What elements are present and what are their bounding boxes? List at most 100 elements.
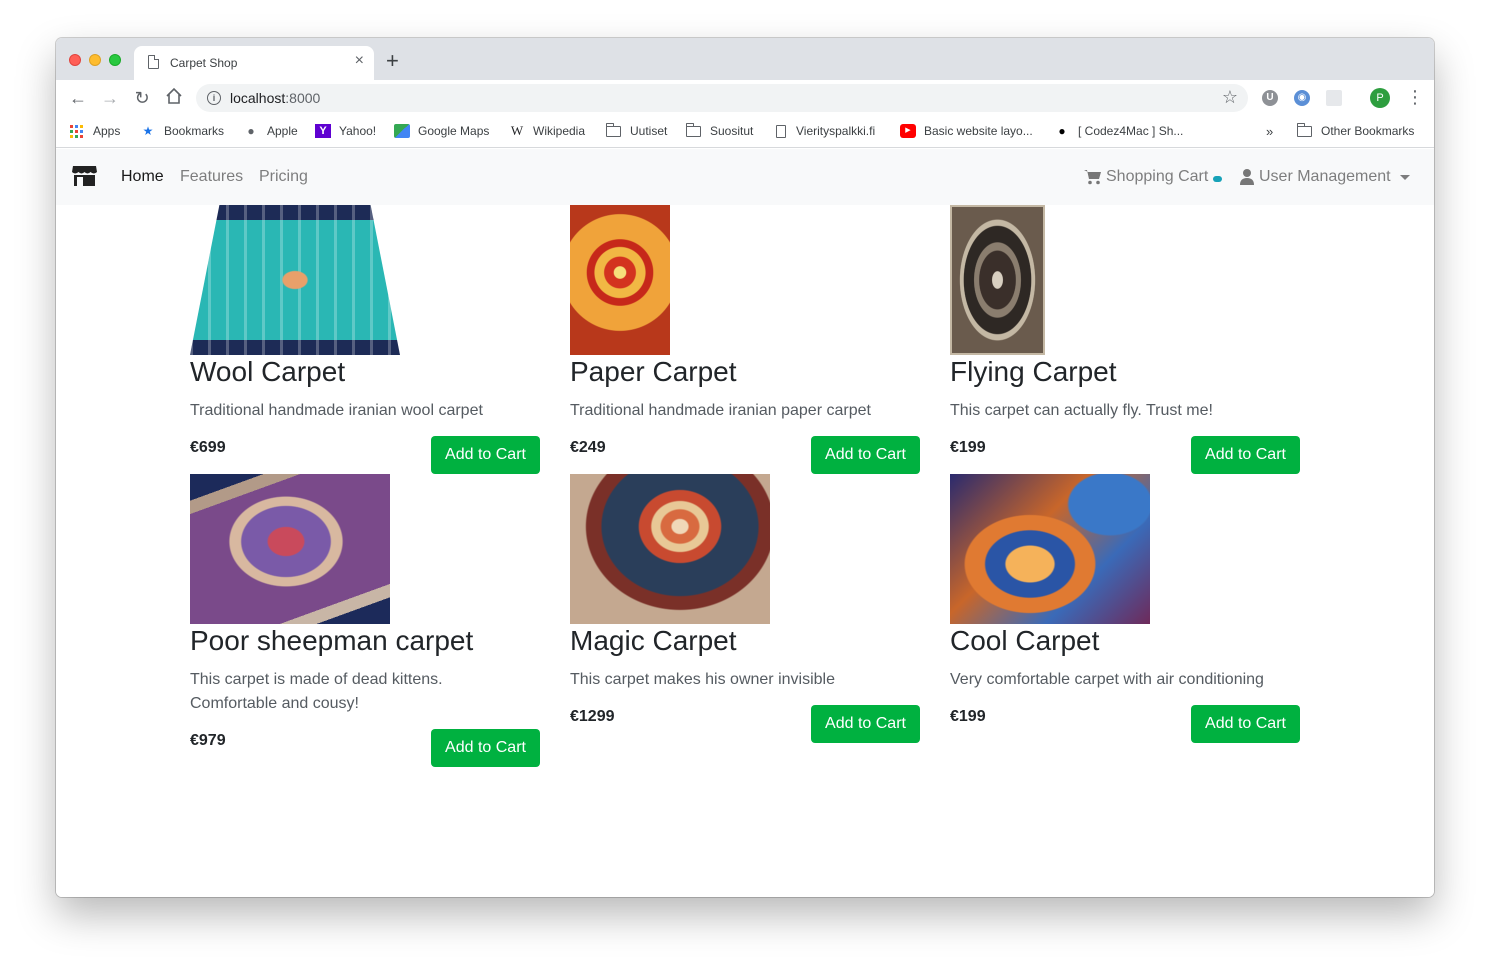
- product-price: €249: [570, 439, 606, 456]
- product-card: Poor sheepman carpet This carpet is made…: [190, 474, 540, 767]
- bookmark-basic-website-layout[interactable]: ▶ Basic website layo...: [900, 124, 1033, 138]
- user-management-dropdown[interactable]: User Management: [1240, 168, 1410, 186]
- browser-tab[interactable]: Carpet Shop ×: [134, 46, 374, 80]
- bookmark-apple[interactable]: ● Apple: [243, 124, 297, 138]
- product-description: Very comfortable carpet with air conditi…: [950, 671, 1264, 688]
- youtube-icon: ▶: [900, 124, 916, 138]
- product-image: [950, 474, 1150, 624]
- extension-privacy-icon[interactable]: ◉: [1294, 90, 1310, 106]
- back-icon[interactable]: ←: [67, 87, 89, 109]
- profile-avatar[interactable]: P: [1370, 88, 1390, 108]
- add-to-cart-button[interactable]: Add to Cart: [811, 705, 920, 743]
- maximize-window-button[interactable]: [109, 54, 121, 66]
- maps-icon: [394, 124, 410, 138]
- product-description: Traditional handmade iranian paper carpe…: [570, 402, 871, 419]
- add-to-cart-button[interactable]: Add to Cart: [811, 436, 920, 474]
- product-title: Paper Carpet: [570, 356, 737, 387]
- product-title: Magic Carpet: [570, 625, 737, 656]
- bookmark-vierityspalkki[interactable]: Vierityspalkki.fi: [776, 124, 875, 138]
- browser-window: Carpet Shop × + ← → ↻ i localhost:8000 ☆…: [56, 38, 1434, 897]
- shopping-cart-link[interactable]: Shopping Cart: [1084, 168, 1223, 186]
- folder-icon: [1297, 122, 1312, 137]
- bookmark-star-icon[interactable]: ☆: [1222, 87, 1238, 108]
- folder-icon: [686, 122, 701, 137]
- bookmark-apps[interactable]: Apps: [70, 124, 120, 138]
- product-price: €1299: [570, 708, 615, 725]
- extension-u-icon[interactable]: U: [1262, 90, 1278, 106]
- product-image: [950, 205, 1045, 355]
- bookmarks-overflow-button[interactable]: »: [1266, 124, 1273, 139]
- folder-icon: [606, 122, 621, 137]
- nav-pricing[interactable]: Pricing: [259, 168, 308, 186]
- document-icon: [776, 124, 786, 138]
- product-price: €979: [190, 732, 226, 749]
- bookmark-google-maps[interactable]: Google Maps: [394, 124, 489, 138]
- product-card: Magic Carpet This carpet makes his owner…: [570, 474, 920, 743]
- bookmark-other-bookmarks[interactable]: Other Bookmarks: [1297, 122, 1414, 138]
- user-management-label: User Management: [1259, 168, 1391, 185]
- browser-menu-icon[interactable]: ⋮: [1406, 86, 1424, 108]
- tab-strip: Carpet Shop × +: [56, 38, 1434, 80]
- tab-close-icon[interactable]: ×: [355, 53, 364, 69]
- product-card: Paper Carpet Traditional handmade irania…: [570, 205, 920, 474]
- product-description: This carpet is made of dead kittens. Com…: [190, 671, 443, 712]
- bookmark-codez4mac[interactable]: ● [ Codez4Mac ] Sh...: [1054, 124, 1183, 138]
- product-title: Flying Carpet: [950, 356, 1117, 387]
- site-info-icon[interactable]: i: [207, 91, 221, 105]
- add-to-cart-button[interactable]: Add to Cart: [431, 729, 540, 767]
- home-icon[interactable]: [163, 87, 185, 109]
- cart-label: Shopping Cart: [1106, 168, 1209, 185]
- cart-count-badge: [1213, 176, 1223, 182]
- new-tab-button[interactable]: +: [386, 50, 399, 72]
- bookmark-wikipedia[interactable]: W Wikipedia: [509, 123, 585, 139]
- apple-icon: ●: [1058, 124, 1066, 138]
- product-price: €199: [950, 439, 986, 456]
- reload-icon[interactable]: ↻: [131, 87, 153, 109]
- product-card: Cool Carpet Very comfortable carpet with…: [950, 474, 1300, 743]
- user-icon: [1240, 169, 1254, 185]
- product-card: Wool Carpet Traditional handmade iranian…: [190, 205, 540, 474]
- product-title: Cool Carpet: [950, 625, 1100, 656]
- apps-icon: [70, 124, 83, 138]
- product-title: Wool Carpet: [190, 356, 346, 387]
- product-card: Flying Carpet This carpet can actually f…: [950, 205, 1300, 474]
- extension-generic-icon[interactable]: [1326, 90, 1342, 106]
- bookmark-bookmarks[interactable]: ★ Bookmarks: [140, 124, 224, 138]
- add-to-cart-button[interactable]: Add to Cart: [1191, 436, 1300, 474]
- product-description: This carpet can actually fly. Trust me!: [950, 402, 1213, 419]
- product-image: [190, 474, 390, 624]
- nav-home[interactable]: Home: [121, 168, 164, 186]
- tab-title: Carpet Shop: [170, 56, 238, 70]
- store-icon[interactable]: [72, 165, 97, 187]
- apple-icon: ●: [247, 124, 255, 138]
- page-icon: [148, 55, 159, 69]
- nav-features[interactable]: Features: [180, 168, 243, 186]
- yahoo-icon: Y: [315, 124, 331, 138]
- close-window-button[interactable]: [69, 54, 81, 66]
- wikipedia-icon: W: [510, 123, 524, 138]
- product-description: Traditional handmade iranian wool carpet: [190, 402, 483, 419]
- address-bar[interactable]: i localhost:8000 ☆: [196, 84, 1248, 112]
- product-title: Poor sheepman carpet: [190, 625, 474, 656]
- bookmarks-bar: Apps ★ Bookmarks ● Apple Y Yahoo! Google…: [56, 116, 1434, 148]
- add-to-cart-button[interactable]: Add to Cart: [431, 436, 540, 474]
- add-to-cart-button[interactable]: Add to Cart: [1191, 705, 1300, 743]
- bookmark-uutiset[interactable]: Uutiset: [606, 122, 667, 138]
- chevron-down-icon: [1399, 174, 1410, 180]
- cart-icon: [1084, 170, 1101, 185]
- product-grid: Wool Carpet Traditional handmade iranian…: [56, 205, 1434, 897]
- bookmark-suositut[interactable]: Suositut: [686, 122, 753, 138]
- bookmark-yahoo[interactable]: Y Yahoo!: [315, 124, 376, 138]
- url-text: localhost:8000: [230, 90, 321, 106]
- browser-toolbar: ← → ↻ i localhost:8000 ☆ U ◉ P ⋮: [56, 80, 1434, 116]
- star-icon: ★: [142, 124, 154, 138]
- product-image: [190, 205, 400, 355]
- site-navbar: Home Features Pricing Shopping Cart User…: [56, 149, 1434, 205]
- forward-icon[interactable]: →: [99, 87, 121, 109]
- product-price: €699: [190, 439, 226, 456]
- product-price: €199: [950, 708, 986, 725]
- product-description: This carpet makes his owner invisible: [570, 671, 835, 688]
- product-image: [570, 205, 670, 355]
- minimize-window-button[interactable]: [89, 54, 101, 66]
- product-image: [570, 474, 770, 624]
